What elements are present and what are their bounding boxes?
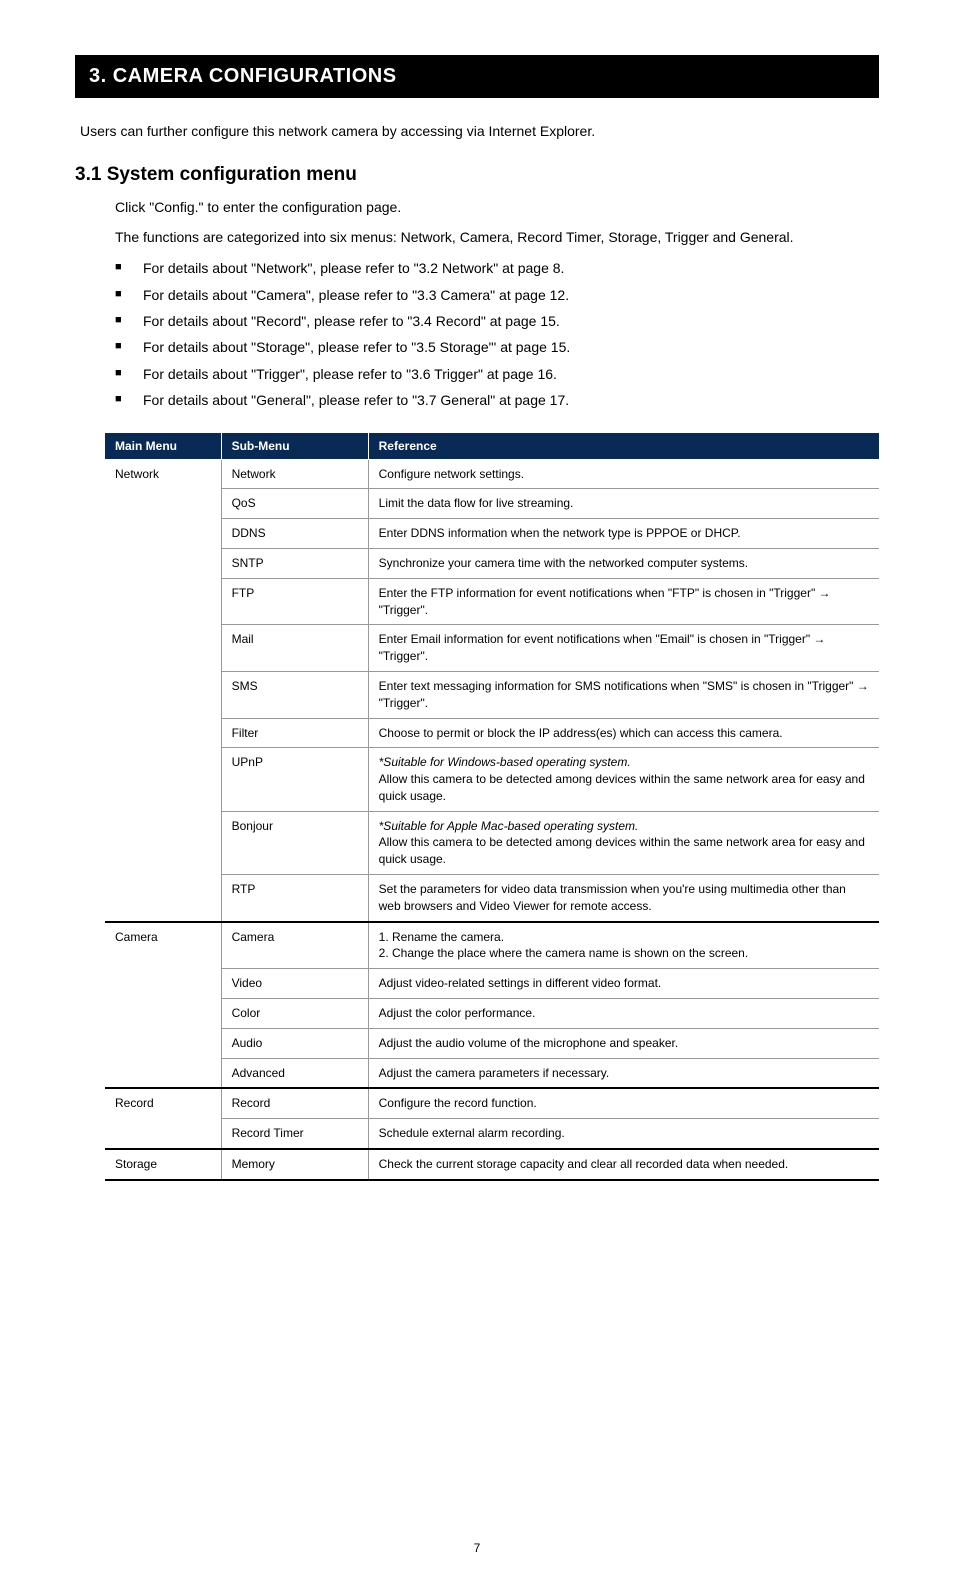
table-row: SNTP Synchronize your camera time with t… [105, 548, 879, 578]
cell-sub: UPnP [221, 748, 368, 811]
table-row: SMS Enter text messaging information for… [105, 671, 879, 718]
table-row: DDNS Enter DDNS information when the net… [105, 519, 879, 549]
page-number: 7 [75, 1541, 879, 1555]
table-body: Network Network Configure network settin… [105, 459, 879, 1180]
table-row: FTP Enter the FTP information for event … [105, 578, 879, 625]
cell-ref: Adjust the color performance. [368, 999, 879, 1029]
table-row: Camera Camera 1. Rename the camera.2. Ch… [105, 922, 879, 969]
cell-sub: FTP [221, 578, 368, 625]
cell-sub: Mail [221, 625, 368, 672]
section-header: 3. CAMERA CONFIGURATIONS [75, 55, 879, 98]
th-ref: Reference [368, 432, 879, 459]
cell-ref: Configure the record function. [368, 1088, 879, 1118]
table-row: Network Network Configure network settin… [105, 459, 879, 489]
table-row: RTP Set the parameters for video data tr… [105, 875, 879, 922]
cell-main: Storage [105, 1149, 221, 1180]
cell-sub: Filter [221, 718, 368, 748]
cell-ref: Adjust the audio volume of the microphon… [368, 1028, 879, 1058]
cell-sub: Record [221, 1088, 368, 1118]
cell-ref: Enter DDNS information when the network … [368, 519, 879, 549]
bullet-item: For details about "Trigger", please refe… [115, 363, 879, 385]
bullet-item: For details about "Storage", please refe… [115, 336, 879, 358]
cell-ref: Check the current storage capacity and c… [368, 1149, 879, 1180]
bullet-list: For details about "Network", please refe… [115, 257, 879, 411]
cell-ref: Enter the FTP information for event noti… [368, 578, 879, 625]
cell-ref: Limit the data flow for live streaming. [368, 489, 879, 519]
paragraph-1: Click "Config." to enter the configurati… [115, 198, 879, 218]
cell-ref: Enter Email information for event notifi… [368, 625, 879, 672]
th-main: Main Menu [105, 432, 221, 459]
cell-ref: Schedule external alarm recording. [368, 1119, 879, 1149]
table-row: QoS Limit the data flow for live streami… [105, 489, 879, 519]
table-row: Advanced Adjust the camera parameters if… [105, 1058, 879, 1088]
cell-sub: SNTP [221, 548, 368, 578]
cell-ref-text: 1. Rename the camera. [379, 930, 504, 944]
cell-sub: Video [221, 969, 368, 999]
table-row: Filter Choose to permit or block the IP … [105, 718, 879, 748]
cell-ref: Adjust video-related settings in differe… [368, 969, 879, 999]
cell-main: Network [105, 459, 221, 922]
table-row: Mail Enter Email information for event n… [105, 625, 879, 672]
cell-sub: Audio [221, 1028, 368, 1058]
cell-ref-text: Allow this camera to be detected among d… [379, 772, 865, 803]
th-sub: Sub-Menu [221, 432, 368, 459]
bullet-item: For details about "Camera", please refer… [115, 284, 879, 306]
cell-ref: Choose to permit or block the IP address… [368, 718, 879, 748]
table-row: UPnP *Suitable for Windows-based operati… [105, 748, 879, 811]
cell-sub: Network [221, 459, 368, 489]
cell-ref: Synchronize your camera time with the ne… [368, 548, 879, 578]
table-row: Storage Memory Check the current storage… [105, 1149, 879, 1180]
cell-sub: Color [221, 999, 368, 1029]
cell-sub: Record Timer [221, 1119, 368, 1149]
cell-ref-text: Allow this camera to be detected among d… [379, 835, 865, 866]
menu-table: Main Menu Sub-Menu Reference Network Net… [105, 432, 879, 1181]
cell-sub: QoS [221, 489, 368, 519]
cell-sub: Camera [221, 922, 368, 969]
paragraph-2: The functions are categorized into six m… [115, 228, 879, 248]
cell-ref: *Suitable for Windows-based operating sy… [368, 748, 879, 811]
cell-ref: Set the parameters for video data transm… [368, 875, 879, 922]
subsection-title: 3.1 System configuration menu [75, 164, 879, 186]
cell-sub: Advanced [221, 1058, 368, 1088]
cell-ref: Enter text messaging information for SMS… [368, 671, 879, 718]
bullet-item: For details about "Record", please refer… [115, 310, 879, 332]
cell-sub: Memory [221, 1149, 368, 1180]
cell-ref: Adjust the camera parameters if necessar… [368, 1058, 879, 1088]
cell-sub: Bonjour [221, 811, 368, 874]
cell-ref: 1. Rename the camera. 2. Change the place… [368, 922, 879, 969]
table-row: Record Record Configure the record funct… [105, 1088, 879, 1118]
cell-sub: DDNS [221, 519, 368, 549]
cell-main: Record [105, 1088, 221, 1149]
cell-sub: SMS [221, 671, 368, 718]
bullet-item: For details about "Network", please refe… [115, 257, 879, 279]
bullet-item: For details about "General", please refe… [115, 389, 879, 411]
cell-ref: Configure network settings. [368, 459, 879, 489]
table-row: Audio Adjust the audio volume of the mic… [105, 1028, 879, 1058]
cell-ref-text: 2. Change the place where the camera nam… [379, 946, 749, 960]
intro-text: Users can further configure this network… [80, 123, 879, 139]
cell-main: Camera [105, 922, 221, 1089]
table-row: Bonjour *Suitable for Apple Mac-based op… [105, 811, 879, 874]
table-row: Color Adjust the color performance. [105, 999, 879, 1029]
table-row: Record Timer Schedule external alarm rec… [105, 1119, 879, 1149]
italic-note: *Suitable for Windows-based operating sy… [379, 755, 631, 769]
cell-ref: *Suitable for Apple Mac-based operating … [368, 811, 879, 874]
table-row: Video Adjust video-related settings in d… [105, 969, 879, 999]
italic-note: *Suitable for Apple Mac-based operating … [379, 819, 639, 833]
cell-sub: RTP [221, 875, 368, 922]
